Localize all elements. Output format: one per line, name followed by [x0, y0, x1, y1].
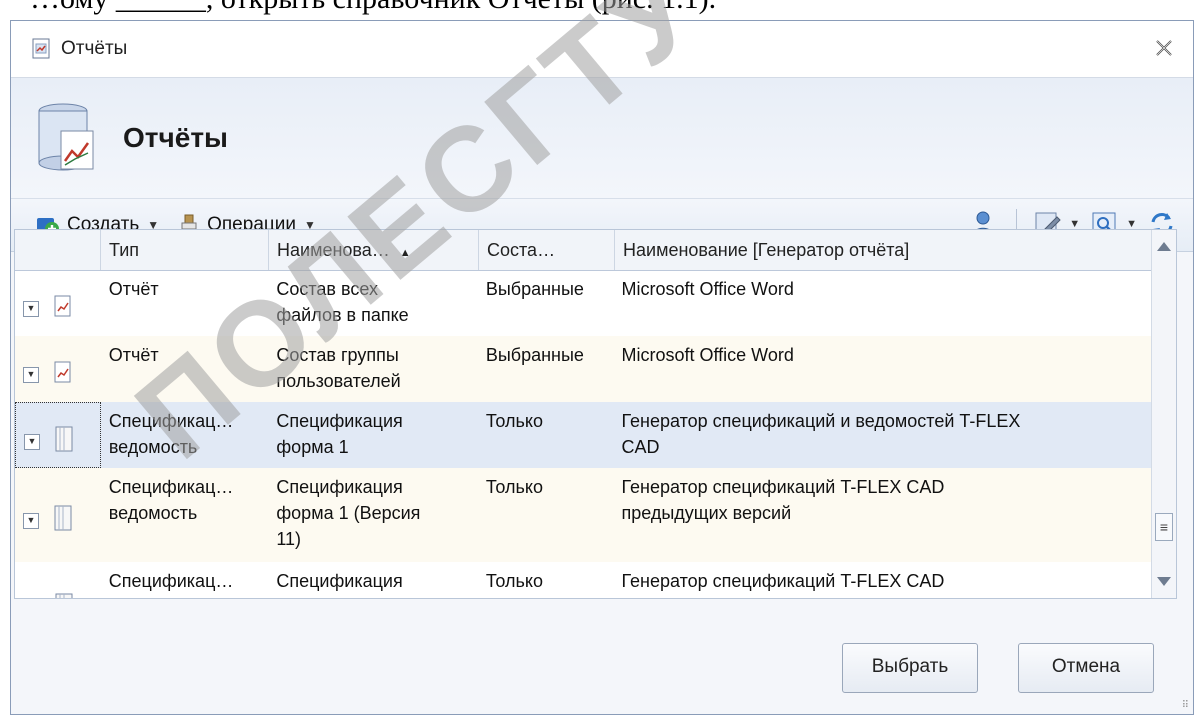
- table-header: Тип Наименова… ▲ Соста… Наименование [Ген…: [15, 230, 1176, 271]
- row-icons: ▼: [15, 468, 101, 562]
- expand-icon[interactable]: ▼: [23, 367, 39, 383]
- cell-generator: Генератор спецификаций T-FLEX CAD: [621, 571, 945, 591]
- table-row[interactable]: ▼ Спецификац… ведомость Спецификация фор…: [15, 468, 1152, 562]
- cell-name: Состав всех файлов в папке: [268, 270, 477, 336]
- cell-composition: Только: [485, 411, 544, 431]
- cell-generator-line: CAD: [621, 437, 660, 457]
- table-row[interactable]: Спецификац… Спецификация Только Генерато…: [15, 562, 1152, 598]
- row-icons: ▼: [15, 336, 101, 402]
- report-icon: [54, 361, 71, 383]
- cell-type: Отчёт: [108, 345, 159, 365]
- cancel-button[interactable]: Отмена: [1018, 643, 1154, 693]
- cell-generator-line: Генератор спецификаций T-FLEX CAD: [621, 477, 945, 497]
- table-row-selected[interactable]: ▼ Спецификац… ведомость Спецификация фор…: [15, 402, 1152, 468]
- cell-name-line: пользователей: [276, 371, 401, 391]
- cell-composition: Выбранные: [485, 279, 584, 299]
- close-icon[interactable]: [1153, 37, 1175, 59]
- row-icons: [15, 562, 101, 598]
- scroll-down-icon[interactable]: [1157, 577, 1171, 586]
- header-panel: Отчёты: [11, 78, 1193, 199]
- cell-name-line: форма 1 (Версия: [276, 503, 421, 523]
- cell-generator: Microsoft Office Word: [621, 345, 794, 365]
- cell-name-line: Состав всех: [276, 279, 378, 299]
- cell-name: Спецификация форма 1 (Версия 11): [268, 468, 477, 562]
- column-header-name[interactable]: Наименова… ▲: [269, 230, 479, 270]
- cell-name: Состав группы пользователей: [268, 336, 477, 402]
- cell-generator-line: предыдущих версий: [621, 503, 792, 523]
- select-button[interactable]: Выбрать: [842, 643, 978, 693]
- column-header-icons[interactable]: [15, 230, 101, 270]
- cell-name: Спецификация: [276, 571, 403, 591]
- column-header-composition[interactable]: Соста…: [479, 230, 615, 270]
- table-row[interactable]: ▼ Отчёт Состав всех файлов в папке Выбра…: [15, 270, 1152, 336]
- page-title: Отчёты: [123, 122, 228, 153]
- specification-icon: [54, 505, 72, 531]
- cell-name-line: форма 1: [276, 437, 349, 457]
- cell-type: Спецификац…: [108, 571, 234, 591]
- specification-icon: [55, 426, 73, 452]
- cell-generator: Генератор спецификаций и ведомостей T-FL…: [613, 402, 1152, 468]
- row-icons: ▼: [15, 270, 101, 336]
- specification-icon: [55, 593, 73, 598]
- expand-icon[interactable]: ▼: [24, 434, 40, 450]
- cell-type-line: ведомость: [108, 503, 198, 523]
- expand-icon[interactable]: ▼: [23, 301, 39, 317]
- cell-name-line: файлов в папке: [276, 305, 409, 325]
- cell-type: Спецификац… ведомость: [101, 402, 269, 468]
- report-database-icon: [38, 103, 94, 171]
- column-header-name-label: Наименова…: [277, 240, 390, 260]
- cell-name: Спецификация форма 1: [268, 402, 477, 468]
- scroll-thumb[interactable]: ≡: [1155, 513, 1173, 541]
- scroll-up-icon[interactable]: [1157, 242, 1171, 251]
- title-bar: Отчёты: [11, 21, 1193, 78]
- cell-name-line: Состав группы: [276, 345, 399, 365]
- cell-composition: Только: [485, 477, 543, 497]
- row-icons: ▼: [15, 402, 101, 468]
- resize-grip-icon[interactable]: ⠿: [1182, 700, 1190, 711]
- dialog-footer: Выбрать Отмена ⠿: [10, 600, 1194, 715]
- document-caption: …ому ______, открыть справочник Отчёты (…: [30, 0, 716, 16]
- cell-name-line: Спецификация: [276, 477, 403, 497]
- cell-generator-line: Генератор спецификаций и ведомостей T-FL…: [621, 411, 1021, 431]
- cell-type-line: Спецификац…: [108, 411, 234, 431]
- table-body: ▼ Отчёт Состав всех файлов в папке Выбра…: [15, 270, 1152, 598]
- cell-type: Спецификац… ведомость: [101, 468, 269, 562]
- reports-table: Тип Наименова… ▲ Соста… Наименование [Ген…: [14, 229, 1177, 599]
- report-icon: [32, 38, 50, 59]
- expand-icon[interactable]: ▼: [23, 513, 39, 529]
- cell-name-line: 11): [276, 529, 302, 549]
- column-header-generator[interactable]: Наименование [Генератор отчёта]: [615, 230, 1155, 270]
- cell-name-line: Спецификация: [276, 411, 403, 431]
- column-header-type[interactable]: Тип: [101, 230, 269, 270]
- cell-type-line: ведомость: [108, 437, 198, 457]
- cell-composition: Только: [485, 571, 543, 591]
- cell-generator: Microsoft Office Word: [621, 279, 794, 299]
- cell-type: Отчёт: [108, 279, 159, 299]
- cell-type-line: Спецификац…: [108, 477, 234, 497]
- cell-composition: Выбранные: [485, 345, 584, 365]
- table-row[interactable]: ▼ Отчёт Состав группы пользователей Выбр…: [15, 336, 1152, 402]
- cell-generator: Генератор спецификаций T-FLEX CAD предыд…: [613, 468, 1152, 562]
- sort-ascending-icon: ▲: [399, 247, 411, 259]
- report-icon: [54, 295, 71, 317]
- window-title: Отчёты: [61, 38, 128, 59]
- vertical-scrollbar[interactable]: ≡: [1151, 230, 1176, 598]
